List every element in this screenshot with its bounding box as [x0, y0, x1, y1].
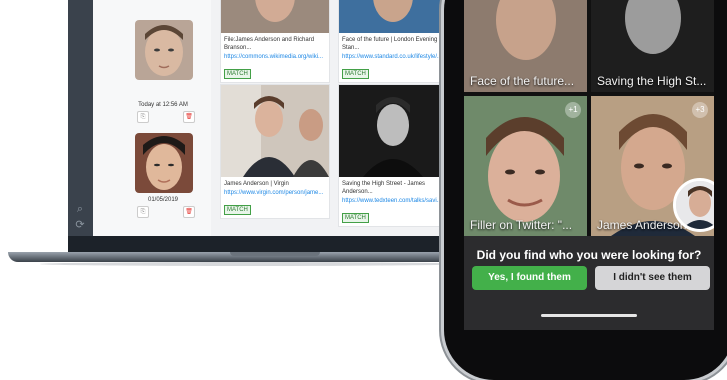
- query-timestamp: 01/05/2019: [147, 197, 179, 203]
- result-link[interactable]: https://commons.wikimedia.org/wiki...: [221, 52, 329, 62]
- result-thumbnail: [339, 85, 447, 177]
- result-thumbnail: [339, 0, 447, 33]
- result-thumbnail: [221, 85, 329, 177]
- query-face-thumbnail[interactable]: [135, 20, 193, 80]
- match-badge: MATCH: [224, 205, 251, 215]
- tile-caption: Saving the High St...: [597, 74, 707, 88]
- app-sidebar: ⌕ ⟳: [68, 0, 93, 236]
- result-link[interactable]: https://www.standard.co.uk/lifestyle/...: [339, 52, 447, 62]
- found-them-button[interactable]: Yes, I found them: [472, 266, 587, 290]
- phone-frame: Face of the future... Saving the High St…: [444, 0, 727, 380]
- result-card[interactable]: File:James Anderson and Richard Branson.…: [220, 0, 330, 83]
- count-badge: +3: [692, 102, 708, 118]
- result-card[interactable]: James Anderson | Virgin https://www.virg…: [220, 84, 330, 219]
- search-icon[interactable]: ⌕: [74, 203, 86, 215]
- feedback-question: Did you find who you were looking for?: [476, 248, 702, 262]
- result-tile[interactable]: Saving the High St...: [591, 0, 714, 92]
- result-tile[interactable]: Face of the future...: [464, 0, 587, 92]
- query-face-thumbnail[interactable]: [135, 133, 193, 193]
- app-content: Today at 12:56 AM ⎘ 🗑 01/05/2019 ⎘ 🗑 Fil…: [93, 0, 468, 236]
- query-timestamp: Today at 12:56 AM: [138, 102, 188, 108]
- not-found-button[interactable]: I didn't see them: [595, 266, 710, 290]
- tile-caption: Filler on Twitter: "...: [470, 218, 573, 232]
- copy-button[interactable]: ⎘: [137, 206, 149, 218]
- query-faces-column: Today at 12:56 AM ⎘ 🗑 01/05/2019 ⎘ 🗑: [93, 0, 211, 236]
- result-thumbnail: [221, 0, 329, 33]
- result-title: Face of the future | London Evening Stan…: [342, 37, 438, 51]
- settings-icon[interactable]: ⟳: [74, 219, 86, 231]
- result-title: Saving the High Street - James Anderson.…: [342, 181, 426, 195]
- match-badge: MATCH: [342, 69, 369, 79]
- result-tile[interactable]: +1 Filler on Twitter: "...: [464, 96, 587, 236]
- result-link[interactable]: https://www.tedxteen.com/talks/savi...: [339, 196, 447, 206]
- delete-button[interactable]: 🗑: [183, 111, 195, 123]
- laptop-shadow: [40, 262, 460, 266]
- result-title: File:James Anderson and Richard Branson.…: [224, 37, 315, 51]
- result-card[interactable]: Face of the future | London Evening Stan…: [338, 0, 448, 83]
- result-title: James Anderson | Virgin: [224, 181, 289, 187]
- tile-caption: James Anderson: [597, 218, 687, 232]
- result-card[interactable]: Saving the High Street - James Anderson.…: [338, 84, 448, 227]
- count-badge: +1: [565, 102, 581, 118]
- laptop-screen: ⌕ ⟳ Today at 12:56 AM ⎘ 🗑 01/05/2019 ⎘ 🗑…: [68, 0, 468, 252]
- match-badge: MATCH: [224, 69, 251, 79]
- laptop-hinge: [230, 252, 320, 256]
- tile-caption: Face of the future...: [470, 74, 575, 88]
- delete-button[interactable]: 🗑: [183, 206, 195, 218]
- feedback-panel: Did you find who you were looking for? Y…: [464, 236, 714, 330]
- copy-button[interactable]: ⎘: [137, 111, 149, 123]
- match-badge: MATCH: [342, 213, 369, 223]
- phone-screen: Face of the future... Saving the High St…: [464, 0, 714, 330]
- result-link[interactable]: https://www.virgin.com/person/jame...: [221, 188, 329, 198]
- home-indicator[interactable]: [541, 314, 637, 317]
